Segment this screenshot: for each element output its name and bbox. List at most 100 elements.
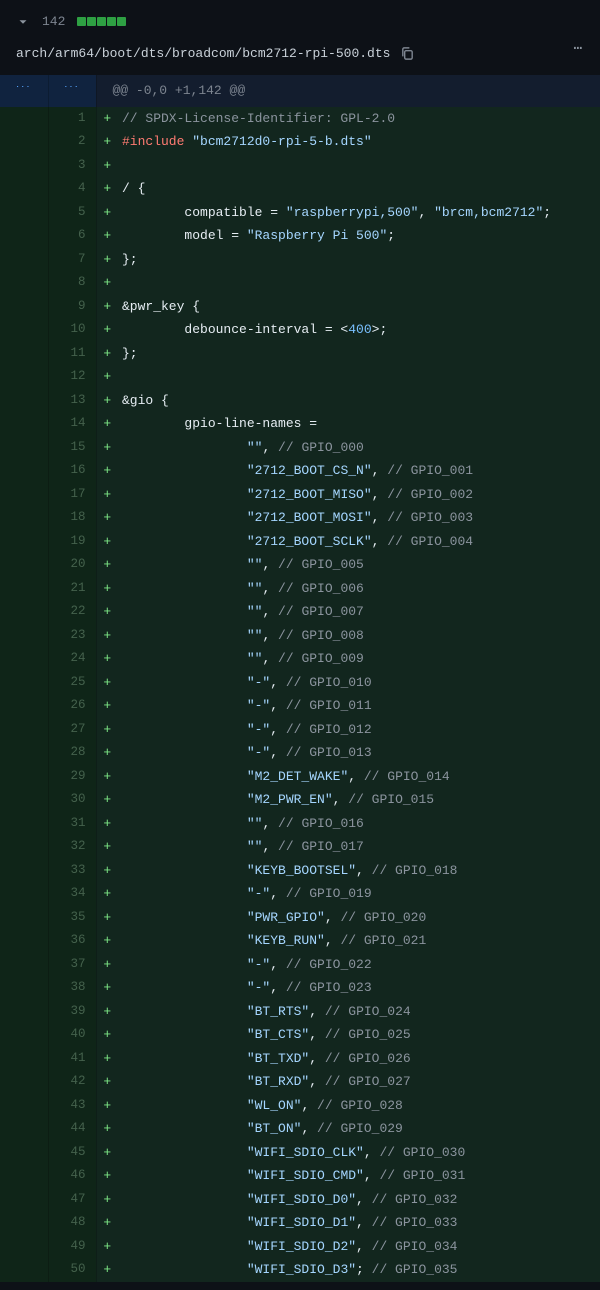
code-content[interactable]: "WIFI_SDIO_D1", // GPIO_033	[118, 1211, 600, 1235]
line-number-old[interactable]	[0, 647, 48, 671]
line-number-old[interactable]	[0, 671, 48, 695]
code-content[interactable]: "WIFI_SDIO_CMD", // GPIO_031	[118, 1164, 600, 1188]
code-content[interactable]: "", // GPIO_009	[118, 647, 600, 671]
line-number-new[interactable]: 21	[48, 577, 96, 601]
line-number-old[interactable]	[0, 130, 48, 154]
line-number-old[interactable]	[0, 342, 48, 366]
line-number-old[interactable]	[0, 553, 48, 577]
file-path[interactable]: arch/arm64/boot/dts/broadcom/bcm2712-rpi…	[16, 44, 390, 64]
line-number-new[interactable]: 48	[48, 1211, 96, 1235]
line-number-new[interactable]: 30	[48, 788, 96, 812]
line-number-new[interactable]: 7	[48, 248, 96, 272]
code-content[interactable]: "WIFI_SDIO_D3"; // GPIO_035	[118, 1258, 600, 1282]
line-number-old[interactable]	[0, 295, 48, 319]
line-number-old[interactable]	[0, 271, 48, 295]
line-number-old[interactable]	[0, 929, 48, 953]
line-number-new[interactable]: 24	[48, 647, 96, 671]
line-number-old[interactable]	[0, 694, 48, 718]
line-number-old[interactable]	[0, 530, 48, 554]
line-number-old[interactable]	[0, 107, 48, 131]
line-number-old[interactable]	[0, 1235, 48, 1259]
line-number-new[interactable]: 44	[48, 1117, 96, 1141]
line-number-old[interactable]	[0, 1188, 48, 1212]
line-number-new[interactable]: 2	[48, 130, 96, 154]
line-number-new[interactable]: 5	[48, 201, 96, 225]
line-number-new[interactable]: 12	[48, 365, 96, 389]
line-number-old[interactable]	[0, 154, 48, 178]
line-number-old[interactable]	[0, 1141, 48, 1165]
line-number-new[interactable]: 32	[48, 835, 96, 859]
line-number-old[interactable]	[0, 1000, 48, 1024]
line-number-old[interactable]	[0, 882, 48, 906]
line-number-new[interactable]: 6	[48, 224, 96, 248]
code-content[interactable]: "2712_BOOT_SCLK", // GPIO_004	[118, 530, 600, 554]
code-content[interactable]: "BT_RTS", // GPIO_024	[118, 1000, 600, 1024]
line-number-old[interactable]	[0, 177, 48, 201]
code-content[interactable]: model = "Raspberry Pi 500";	[118, 224, 600, 248]
line-number-old[interactable]	[0, 1258, 48, 1282]
line-number-new[interactable]: 41	[48, 1047, 96, 1071]
line-number-new[interactable]: 1	[48, 107, 96, 131]
line-number-new[interactable]: 3	[48, 154, 96, 178]
code-content[interactable]: compatible = "raspberrypi,500", "brcm,bc…	[118, 201, 600, 225]
code-content[interactable]: "", // GPIO_016	[118, 812, 600, 836]
line-number-new[interactable]: 45	[48, 1141, 96, 1165]
line-number-new[interactable]: 47	[48, 1188, 96, 1212]
line-number-new[interactable]: 17	[48, 483, 96, 507]
line-number-new[interactable]: 26	[48, 694, 96, 718]
line-number-new[interactable]: 34	[48, 882, 96, 906]
code-content[interactable]: };	[118, 342, 600, 366]
code-content[interactable]: gpio-line-names =	[118, 412, 600, 436]
code-content[interactable]: };	[118, 248, 600, 272]
line-number-old[interactable]	[0, 953, 48, 977]
line-number-new[interactable]: 31	[48, 812, 96, 836]
line-number-new[interactable]: 10	[48, 318, 96, 342]
code-content[interactable]: "2712_BOOT_MISO", // GPIO_002	[118, 483, 600, 507]
line-number-new[interactable]: 37	[48, 953, 96, 977]
line-number-old[interactable]	[0, 1211, 48, 1235]
copy-icon[interactable]	[400, 46, 415, 61]
line-number-old[interactable]	[0, 1117, 48, 1141]
code-content[interactable]: "", // GPIO_017	[118, 835, 600, 859]
line-number-old[interactable]	[0, 365, 48, 389]
line-number-new[interactable]: 33	[48, 859, 96, 883]
code-content[interactable]: "BT_CTS", // GPIO_025	[118, 1023, 600, 1047]
line-number-new[interactable]: 39	[48, 1000, 96, 1024]
line-number-old[interactable]	[0, 483, 48, 507]
line-number-new[interactable]: 18	[48, 506, 96, 530]
line-number-old[interactable]	[0, 1164, 48, 1188]
code-content[interactable]: "KEYB_RUN", // GPIO_021	[118, 929, 600, 953]
code-content[interactable]: "M2_DET_WAKE", // GPIO_014	[118, 765, 600, 789]
code-content[interactable]: // SPDX-License-Identifier: GPL-2.0	[118, 107, 600, 131]
line-number-new[interactable]: 38	[48, 976, 96, 1000]
code-content[interactable]: "", // GPIO_005	[118, 553, 600, 577]
code-content[interactable]: "BT_RXD", // GPIO_027	[118, 1070, 600, 1094]
code-content[interactable]: "KEYB_BOOTSEL", // GPIO_018	[118, 859, 600, 883]
line-number-new[interactable]: 28	[48, 741, 96, 765]
code-content[interactable]: "-", // GPIO_022	[118, 953, 600, 977]
code-content[interactable]: "2712_BOOT_CS_N", // GPIO_001	[118, 459, 600, 483]
line-number-new[interactable]: 16	[48, 459, 96, 483]
code-content[interactable]: "BT_ON", // GPIO_029	[118, 1117, 600, 1141]
line-number-old[interactable]	[0, 224, 48, 248]
line-number-new[interactable]: 29	[48, 765, 96, 789]
line-number-old[interactable]	[0, 1070, 48, 1094]
line-number-new[interactable]: 13	[48, 389, 96, 413]
line-number-new[interactable]: 49	[48, 1235, 96, 1259]
code-content[interactable]: "WIFI_SDIO_CLK", // GPIO_030	[118, 1141, 600, 1165]
code-content[interactable]: "", // GPIO_007	[118, 600, 600, 624]
code-content[interactable]: "M2_PWR_EN", // GPIO_015	[118, 788, 600, 812]
line-number-new[interactable]: 9	[48, 295, 96, 319]
expand-icon[interactable]: ⋅⋅⋅	[0, 75, 48, 107]
line-number-old[interactable]	[0, 718, 48, 742]
line-number-old[interactable]	[0, 788, 48, 812]
code-content[interactable]	[118, 271, 600, 295]
line-number-new[interactable]: 19	[48, 530, 96, 554]
line-number-old[interactable]	[0, 906, 48, 930]
code-content[interactable]: "2712_BOOT_MOSI", // GPIO_003	[118, 506, 600, 530]
code-content[interactable]: "", // GPIO_000	[118, 436, 600, 460]
code-content[interactable]: &gio {	[118, 389, 600, 413]
line-number-new[interactable]: 8	[48, 271, 96, 295]
code-content[interactable]: "-", // GPIO_023	[118, 976, 600, 1000]
code-content[interactable]: "-", // GPIO_019	[118, 882, 600, 906]
